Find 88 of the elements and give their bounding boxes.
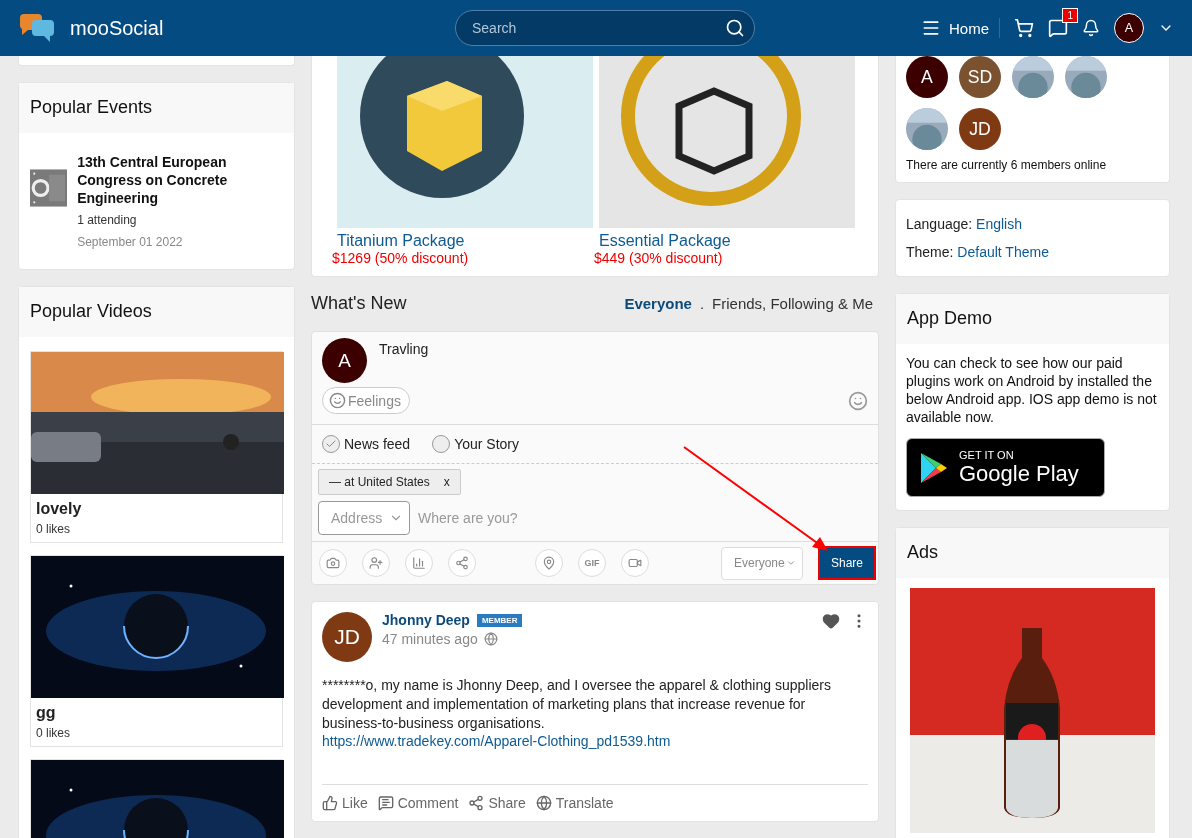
member-avatar[interactable]: JD <box>959 108 1001 150</box>
post-action[interactable]: Like <box>322 795 368 811</box>
share-icon <box>455 556 469 570</box>
package-link[interactable]: Essential Package <box>599 232 855 250</box>
post-action[interactable]: Comment <box>377 795 459 811</box>
attending-count: 1 attending <box>77 213 138 227</box>
globe-icon <box>483 632 498 646</box>
bell-icon[interactable] <box>1082 19 1100 37</box>
poll-button[interactable] <box>405 549 433 577</box>
caret-icon <box>786 558 796 568</box>
video-title: gg <box>35 703 57 722</box>
logo-icon <box>18 14 56 42</box>
add-person-icon <box>369 556 383 570</box>
logo-text: mooSocial <box>70 16 164 40</box>
video-item[interactable]: lovely 0 likes <box>30 351 283 543</box>
remove-tag-button[interactable]: x <box>443 475 450 489</box>
video-title: lovely <box>35 499 83 518</box>
separator-dot: . <box>699 294 705 312</box>
bar-chart-icon <box>412 556 426 570</box>
search-field[interactable]: Search <box>455 10 755 46</box>
home-link[interactable]: Home <box>921 18 1000 38</box>
google-play-badge[interactable]: GET IT ON Google Play <box>906 438 1105 497</box>
post-action[interactable]: Share <box>468 795 526 811</box>
post-link[interactable]: https://www.tradekey.com/Apparel-Clothing_pd1539.htm <box>322 733 868 749</box>
event-date: September 01 2022 <box>77 235 184 249</box>
setting-label: Theme: <box>906 244 954 260</box>
video-camera-icon <box>628 556 642 570</box>
comment-icon <box>377 795 394 811</box>
post-action[interactable]: Translate <box>535 795 614 811</box>
radio-button[interactable] <box>432 435 451 453</box>
tag-text: — at United States <box>329 475 430 489</box>
status-input[interactable]: Travling <box>377 338 562 358</box>
setting-label: Language: <box>906 216 973 232</box>
like-count: 0 likes <box>35 725 71 742</box>
check-icon <box>325 438 337 450</box>
gif-button[interactable]: GIF <box>578 549 606 577</box>
card-title: Ads <box>896 528 1169 578</box>
feed-filter[interactable]: Everyone <box>624 294 692 312</box>
location-button[interactable] <box>535 549 563 577</box>
play-icon <box>919 451 949 484</box>
author-avatar: JD <box>322 612 372 662</box>
search-icon[interactable] <box>725 18 745 38</box>
share-icon <box>468 795 485 811</box>
camera-icon <box>326 556 340 570</box>
package-price: $449 (30% discount) <box>594 250 724 266</box>
card-title: Popular Videos <box>19 287 294 337</box>
package-price: $1269 (50% discount) <box>332 250 470 266</box>
feed-filter[interactable]: Friends, Following & Me <box>712 294 873 312</box>
author-name[interactable]: Jhonny Deep <box>382 612 470 628</box>
app-demo-text: You can check to see how our paid plugins work on Android by installed the below Android app. IOS app demo is not available now. <box>906 354 1158 426</box>
menu-icon <box>921 18 941 38</box>
user-avatar: A <box>322 338 367 383</box>
post-text: ********o, my name is Jhonny Deep, and I oversee the apparel & clothing suppliers development and implementation of marketing plans that increase revenue for business-to-business organisations. <box>322 676 832 733</box>
post-destination[interactable]: Your Story <box>432 435 519 453</box>
cart-icon[interactable] <box>1014 18 1034 38</box>
emoji-icon[interactable] <box>848 390 868 411</box>
share-button[interactable]: Share <box>818 546 876 580</box>
smiley-icon <box>329 392 346 409</box>
camera-button[interactable] <box>319 549 347 577</box>
notification-count: 1 <box>1062 8 1078 23</box>
member-avatar[interactable]: A <box>906 56 948 98</box>
heart-icon[interactable] <box>822 612 840 630</box>
like-count: 0 likes <box>35 521 71 538</box>
setting-value[interactable]: English <box>976 216 1022 232</box>
map-pin-icon <box>542 556 556 570</box>
card-title: Popular Events <box>19 83 294 133</box>
package-link[interactable]: Titanium Package <box>337 232 593 250</box>
post-time[interactable]: 47 minutes ago <box>382 631 478 647</box>
member-badge: MEMBER <box>476 613 523 627</box>
globe-icon <box>535 795 552 811</box>
user-avatar[interactable]: A <box>1114 13 1144 43</box>
video-button[interactable] <box>621 549 649 577</box>
video-item[interactable]: gg 0 likes <box>30 555 283 747</box>
thumbs-up-icon <box>322 795 338 811</box>
messages-icon[interactable] <box>1048 18 1068 38</box>
setting-value[interactable]: Default Theme <box>957 244 1049 260</box>
privacy-select[interactable]: Everyone <box>721 546 803 580</box>
event-title[interactable]: 13th Central European Congress on Concrete Engineering <box>77 153 283 207</box>
share-link-button[interactable] <box>448 549 476 577</box>
location-input[interactable]: Where are you? <box>416 509 601 527</box>
online-count: There are currently 6 members online <box>906 157 1108 174</box>
radio-button[interactable] <box>322 435 340 453</box>
post-destination[interactable]: News feed <box>322 435 411 453</box>
feelings-button[interactable]: Feelings <box>322 387 410 414</box>
card-title: App Demo <box>896 294 1169 344</box>
member-avatar[interactable]: SD <box>959 56 1001 98</box>
section-title: What's New <box>311 292 407 314</box>
tag-people-button[interactable] <box>362 549 390 577</box>
